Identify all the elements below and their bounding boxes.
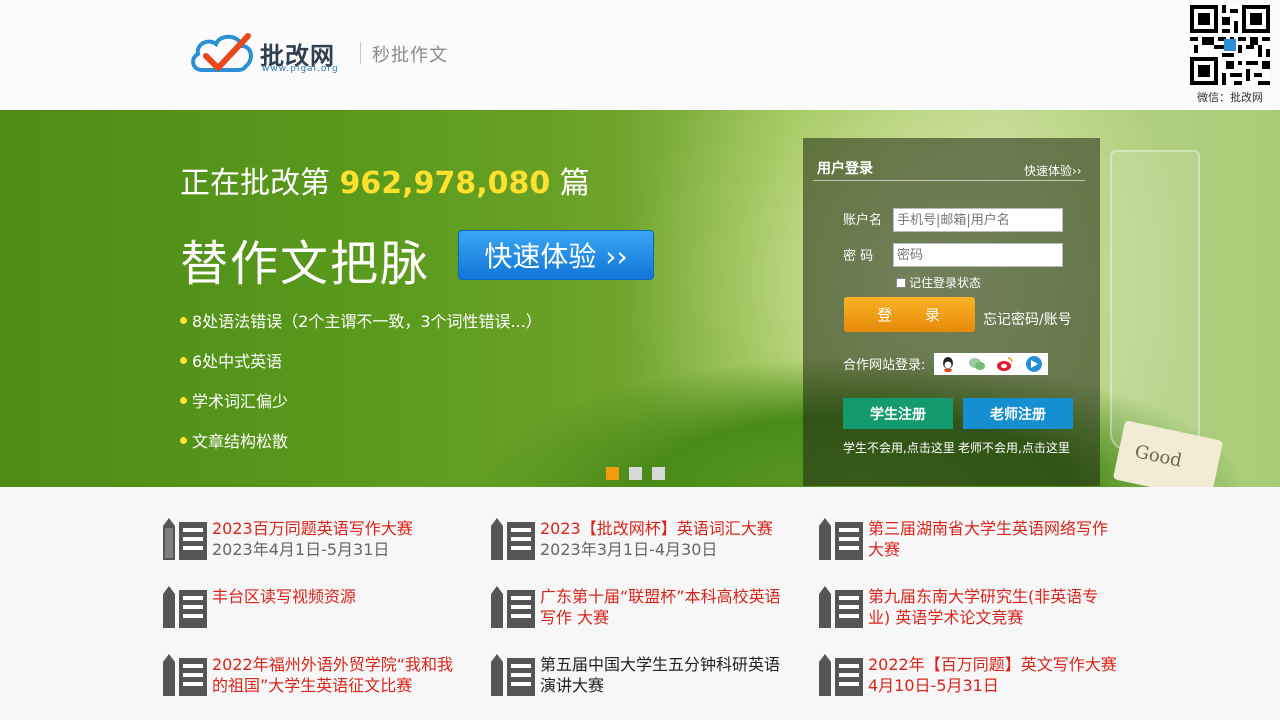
news-item[interactable]: 2023百万同题英语写作大赛 2023年4月1日-5月31日 [161, 518, 461, 568]
news-item[interactable]: 第五届中国大学生五分钟科研英语演讲大赛 [489, 654, 789, 704]
hero-banner: Good 正在批改第 962,978,080 篇 替作文把脉 快速体验 ›› 8… [0, 110, 1280, 487]
logo-url: www.pigai.org [262, 64, 339, 74]
pencil-list-icon [819, 586, 863, 628]
password-input[interactable] [893, 243, 1063, 267]
counter-prefix: 正在批改第 [180, 166, 330, 201]
banner-headline: 替作文把脉 [180, 236, 431, 292]
remember-label: 记住登录状态 [909, 276, 982, 290]
weibo-icon[interactable] [996, 355, 1014, 373]
news-item[interactable]: 丰台区读写视频资源 [161, 586, 461, 636]
forgot-password-link[interactable]: 忘记密码/账号 [983, 309, 1072, 329]
login-panel: 用户登录 快速体验›› 账户名 密 码 记住登录状态 登 录 忘记密码/账号 合… [803, 138, 1100, 486]
feature-item: 6处中式英语 [180, 340, 542, 380]
news-title[interactable]: 第三届湖南省大学生英语网络写作大赛 [868, 518, 1118, 560]
news-title[interactable]: 第五届中国大学生五分钟科研英语演讲大赛 [540, 654, 790, 696]
news-item[interactable]: 2022年福州外语外贸学院“我和我的祖国”大学生英语征文比赛 [161, 654, 461, 704]
bullet-dot-icon [180, 436, 187, 444]
qr-caption: 微信：批改网 [1197, 91, 1263, 104]
news-title[interactable]: 第九届东南大学研究生(非英语专业) 英语学术论文竞赛 [868, 586, 1118, 628]
bullet-dot-icon [180, 396, 187, 404]
pencil-list-icon [819, 518, 863, 560]
news-title[interactable]: 广东第十届“联盟杯”本科高校英语写作 大赛 [540, 586, 790, 628]
bullet-dot-icon [180, 316, 187, 324]
counter-suffix: 篇 [559, 166, 590, 201]
news-date: 4月10日-5月31日 [868, 676, 999, 695]
news-title[interactable]: 2023【批改网杯】英语词汇大赛 2023年3月1日-4月30日 [540, 518, 790, 560]
site-logo[interactable]: 批改网 www.pigai.org 秒批作文 [188, 30, 468, 78]
banner-tag-image: Good [1112, 420, 1224, 487]
news-title[interactable]: 2022年【百万同题】英文写作大赛 4月10日-5月31日 [868, 654, 1118, 696]
news-item[interactable]: 2022年【百万同题】英文写作大赛 4月10日-5月31日 [817, 654, 1117, 704]
news-date: 2023年4月1日-5月31日 [212, 540, 390, 559]
partner-login-icons [934, 353, 1048, 375]
login-quick-try-link[interactable]: 快速体验›› [1024, 162, 1082, 179]
partner-icon[interactable] [1025, 355, 1043, 373]
news-date: 2023年3月1日-4月30日 [540, 540, 718, 559]
news-item[interactable]: 2023【批改网杯】英语词汇大赛 2023年3月1日-4月30日 [489, 518, 789, 568]
qr-code-icon [1190, 5, 1270, 85]
news-title[interactable]: 2022年福州外语外贸学院“我和我的祖国”大学生英语征文比赛 [212, 654, 462, 696]
carousel-dot-2[interactable] [629, 467, 642, 480]
feature-list: 8处语法错误（2个主谓不一致，3个词性错误...） 6处中式英语 学术词汇偏少 … [180, 300, 542, 460]
bullet-dot-icon [180, 356, 187, 364]
news-title[interactable]: 2023百万同题英语写作大赛 2023年4月1日-5月31日 [212, 518, 462, 560]
teacher-help-link[interactable]: 老师不会用,点击这里 [958, 439, 1070, 456]
carousel-dots [606, 467, 665, 480]
counter-number: 962,978,080 [339, 166, 551, 201]
username-input[interactable] [893, 208, 1063, 232]
essay-counter: 正在批改第 962,978,080 篇 [180, 158, 590, 202]
password-label: 密 码 [843, 249, 874, 264]
partner-login-label: 合作网站登录: [843, 358, 926, 373]
wechat-icon[interactable] [968, 355, 986, 373]
news-item[interactable]: 第三届湖南省大学生英语网络写作大赛 [817, 518, 1117, 568]
news-item[interactable]: 第九届东南大学研究生(非英语专业) 英语学术论文竞赛 [817, 586, 1117, 636]
remember-me[interactable]: 记住登录状态 [896, 274, 981, 291]
cloud-check-logo-icon [191, 33, 253, 72]
news-title[interactable]: 丰台区读写视频资源 [212, 586, 462, 607]
feature-item: 文章结构松散 [180, 420, 542, 460]
pencil-list-icon [491, 518, 535, 560]
pencil-list-icon [163, 654, 207, 696]
pencil-list-icon [491, 586, 535, 628]
logo-divider [360, 42, 361, 64]
header: 批改网 www.pigai.org 秒批作文 微信：批改网 [0, 0, 1280, 110]
banner-glass-image [1110, 150, 1200, 450]
feature-item: 8处语法错误（2个主谓不一致，3个词性错误...） [180, 300, 542, 340]
news-item[interactable]: 广东第十届“联盟杯”本科高校英语写作 大赛 [489, 586, 789, 636]
feature-item: 学术词汇偏少 [180, 380, 542, 420]
remember-checkbox[interactable] [896, 277, 906, 288]
quick-try-button[interactable]: 快速体验 ›› [458, 230, 654, 280]
pencil-list-icon [491, 654, 535, 696]
pencil-list-icon [819, 654, 863, 696]
qq-icon[interactable] [939, 355, 957, 373]
feature-text: 学术词汇偏少 [192, 392, 289, 411]
student-help-link[interactable]: 学生不会用,点击这里 [843, 439, 955, 456]
tag-text: Good [1132, 441, 1184, 472]
carousel-dot-3[interactable] [652, 467, 665, 480]
login-button[interactable]: 登 录 [844, 297, 975, 332]
student-register-button[interactable]: 学生注册 [843, 398, 953, 429]
pencil-list-icon [163, 586, 207, 628]
username-label: 账户名 [843, 213, 883, 228]
teacher-register-button[interactable]: 老师注册 [963, 398, 1073, 429]
carousel-dot-1[interactable] [606, 467, 619, 480]
logo-slogan: 秒批作文 [372, 45, 448, 66]
login-title: 用户登录 [817, 161, 873, 177]
feature-text: 文章结构松散 [192, 432, 289, 451]
login-divider [813, 180, 1085, 181]
pencil-list-icon [163, 518, 207, 560]
feature-text: 8处语法错误（2个主谓不一致，3个词性错误...） [192, 312, 542, 331]
feature-text: 6处中式英语 [192, 352, 283, 371]
